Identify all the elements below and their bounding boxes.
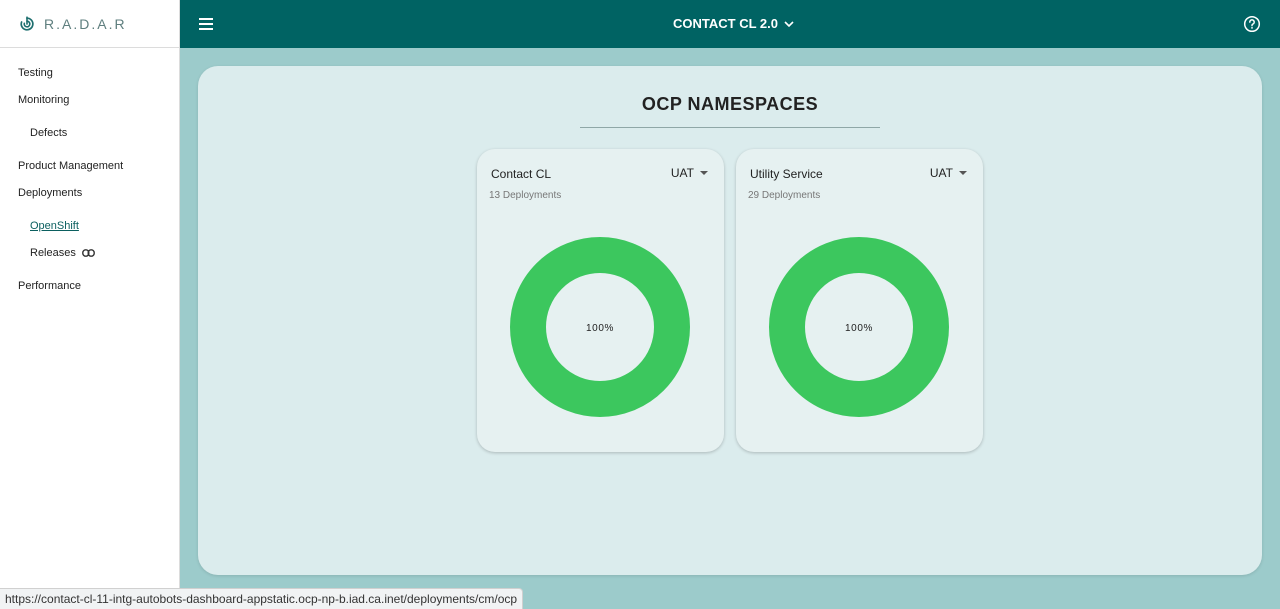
- app-name: CONTACT CL 2.0: [673, 16, 778, 31]
- namespace-name: Contact CL: [491, 167, 552, 181]
- deployment-count: 13 Deployments: [489, 190, 562, 201]
- namespace-card-contact-cl[interactable]: Contact CL UAT 13 Deployments 100%: [477, 149, 724, 452]
- namespace-card-utility-service[interactable]: Utility Service UAT 29 Deployments 100%: [736, 149, 983, 452]
- app-selector[interactable]: CONTACT CL 2.0: [673, 16, 794, 31]
- top-bar: CONTACT CL 2.0: [180, 0, 1280, 48]
- namespace-name: Utility Service: [750, 167, 823, 181]
- sidebar-item-label: Releases: [30, 247, 76, 259]
- environment-value: UAT: [929, 166, 953, 180]
- sidebar-item-testing[interactable]: Testing: [0, 66, 179, 80]
- sidebar: R.A.D.A.R Testing Monitoring Defects Pro…: [0, 0, 180, 609]
- radar-icon: [19, 15, 35, 32]
- sidebar-item-performance[interactable]: Performance: [0, 279, 179, 293]
- page-title: OCP NAMESPACES: [641, 94, 819, 114]
- environment-select[interactable]: UAT: [671, 166, 708, 180]
- environment-value: UAT: [670, 166, 694, 180]
- donut-percent-label: 100%: [845, 323, 873, 334]
- sidebar-item-deployments[interactable]: Deployments: [0, 186, 179, 200]
- sidebar-item-releases[interactable]: Releases: [0, 246, 179, 260]
- donut-percent-label: 100%: [586, 323, 614, 334]
- caret-down-icon: [959, 171, 967, 175]
- status-bar-url: https://contact-cl-11-intg-autobots-dash…: [0, 588, 524, 609]
- deployment-donut-chart: 100%: [769, 237, 949, 417]
- deployment-donut-chart: 100%: [510, 237, 690, 417]
- sidebar-item-monitoring[interactable]: Monitoring: [0, 93, 179, 107]
- brand-name: R.A.D.A.R: [44, 15, 127, 32]
- deployment-count: 29 Deployments: [748, 190, 821, 201]
- namespaces-panel: OCP NAMESPACES Contact CL UAT 13 Deploym…: [198, 66, 1262, 575]
- help-icon[interactable]: [1243, 15, 1261, 33]
- link-icon: [81, 249, 95, 257]
- environment-select[interactable]: UAT: [930, 166, 967, 180]
- sidebar-item-product-management[interactable]: Product Management: [0, 159, 179, 173]
- caret-down-icon: [700, 171, 708, 175]
- sidebar-nav: Testing Monitoring Defects Product Manag…: [0, 48, 179, 293]
- sidebar-item-defects[interactable]: Defects: [0, 126, 179, 140]
- title-divider: [580, 127, 880, 128]
- chevron-down-icon: [784, 20, 794, 27]
- brand[interactable]: R.A.D.A.R: [0, 0, 179, 48]
- sidebar-item-openshift[interactable]: OpenShift: [0, 219, 179, 233]
- menu-icon[interactable]: [199, 16, 215, 32]
